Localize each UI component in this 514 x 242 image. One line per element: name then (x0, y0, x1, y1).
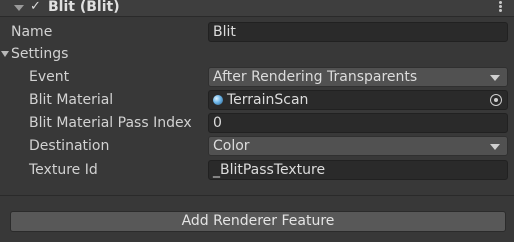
material-label: Blit Material (29, 92, 114, 108)
chevron-down-icon (490, 144, 500, 150)
destination-label: Destination (29, 138, 110, 154)
kebab-menu-icon[interactable] (498, 0, 502, 14)
material-value: TerrainScan (227, 92, 309, 108)
name-field[interactable]: Blit (208, 22, 508, 42)
material-object-field[interactable]: TerrainScan (208, 90, 508, 110)
texture-id-field[interactable]: _BlitPassTexture (208, 160, 508, 180)
pass-index-field[interactable]: 0 (208, 113, 508, 133)
event-dropdown[interactable]: After Rendering Transparents (208, 67, 508, 87)
destination-row: Destination Color (0, 135, 514, 157)
object-picker-icon[interactable] (490, 94, 502, 106)
pass-index-row: Blit Material Pass Index 0 (0, 112, 514, 134)
destination-dropdown[interactable]: Color (208, 136, 508, 156)
add-renderer-feature-button[interactable]: Add Renderer Feature (10, 211, 506, 232)
chevron-down-icon (490, 75, 500, 81)
event-row: Event After Rendering Transparents (0, 66, 514, 88)
feature-title: Blit (Blit) (48, 0, 120, 15)
name-value: Blit (213, 24, 236, 40)
pass-index-value: 0 (213, 115, 222, 131)
divider (0, 195, 514, 196)
material-row: Blit Material TerrainScan (0, 89, 514, 111)
texture-id-label: Texture Id (29, 162, 98, 178)
settings-label: Settings (11, 46, 69, 62)
name-row: Name Blit (0, 21, 514, 43)
settings-foldout[interactable]: Settings (0, 43, 514, 65)
feature-header: ✓ Blit (Blit) (0, 0, 514, 17)
event-label: Event (29, 69, 70, 85)
foldout-arrow-icon[interactable] (14, 5, 24, 11)
check-icon[interactable]: ✓ (30, 0, 41, 14)
texture-id-value: _BlitPassTexture (213, 162, 326, 178)
pass-index-label: Blit Material Pass Index (29, 115, 192, 131)
material-icon (213, 95, 223, 105)
destination-value: Color (213, 138, 250, 154)
texture-id-row: Texture Id _BlitPassTexture (0, 159, 514, 181)
name-label: Name (11, 24, 53, 40)
settings-arrow-icon[interactable] (1, 51, 9, 57)
event-value: After Rendering Transparents (213, 69, 418, 85)
